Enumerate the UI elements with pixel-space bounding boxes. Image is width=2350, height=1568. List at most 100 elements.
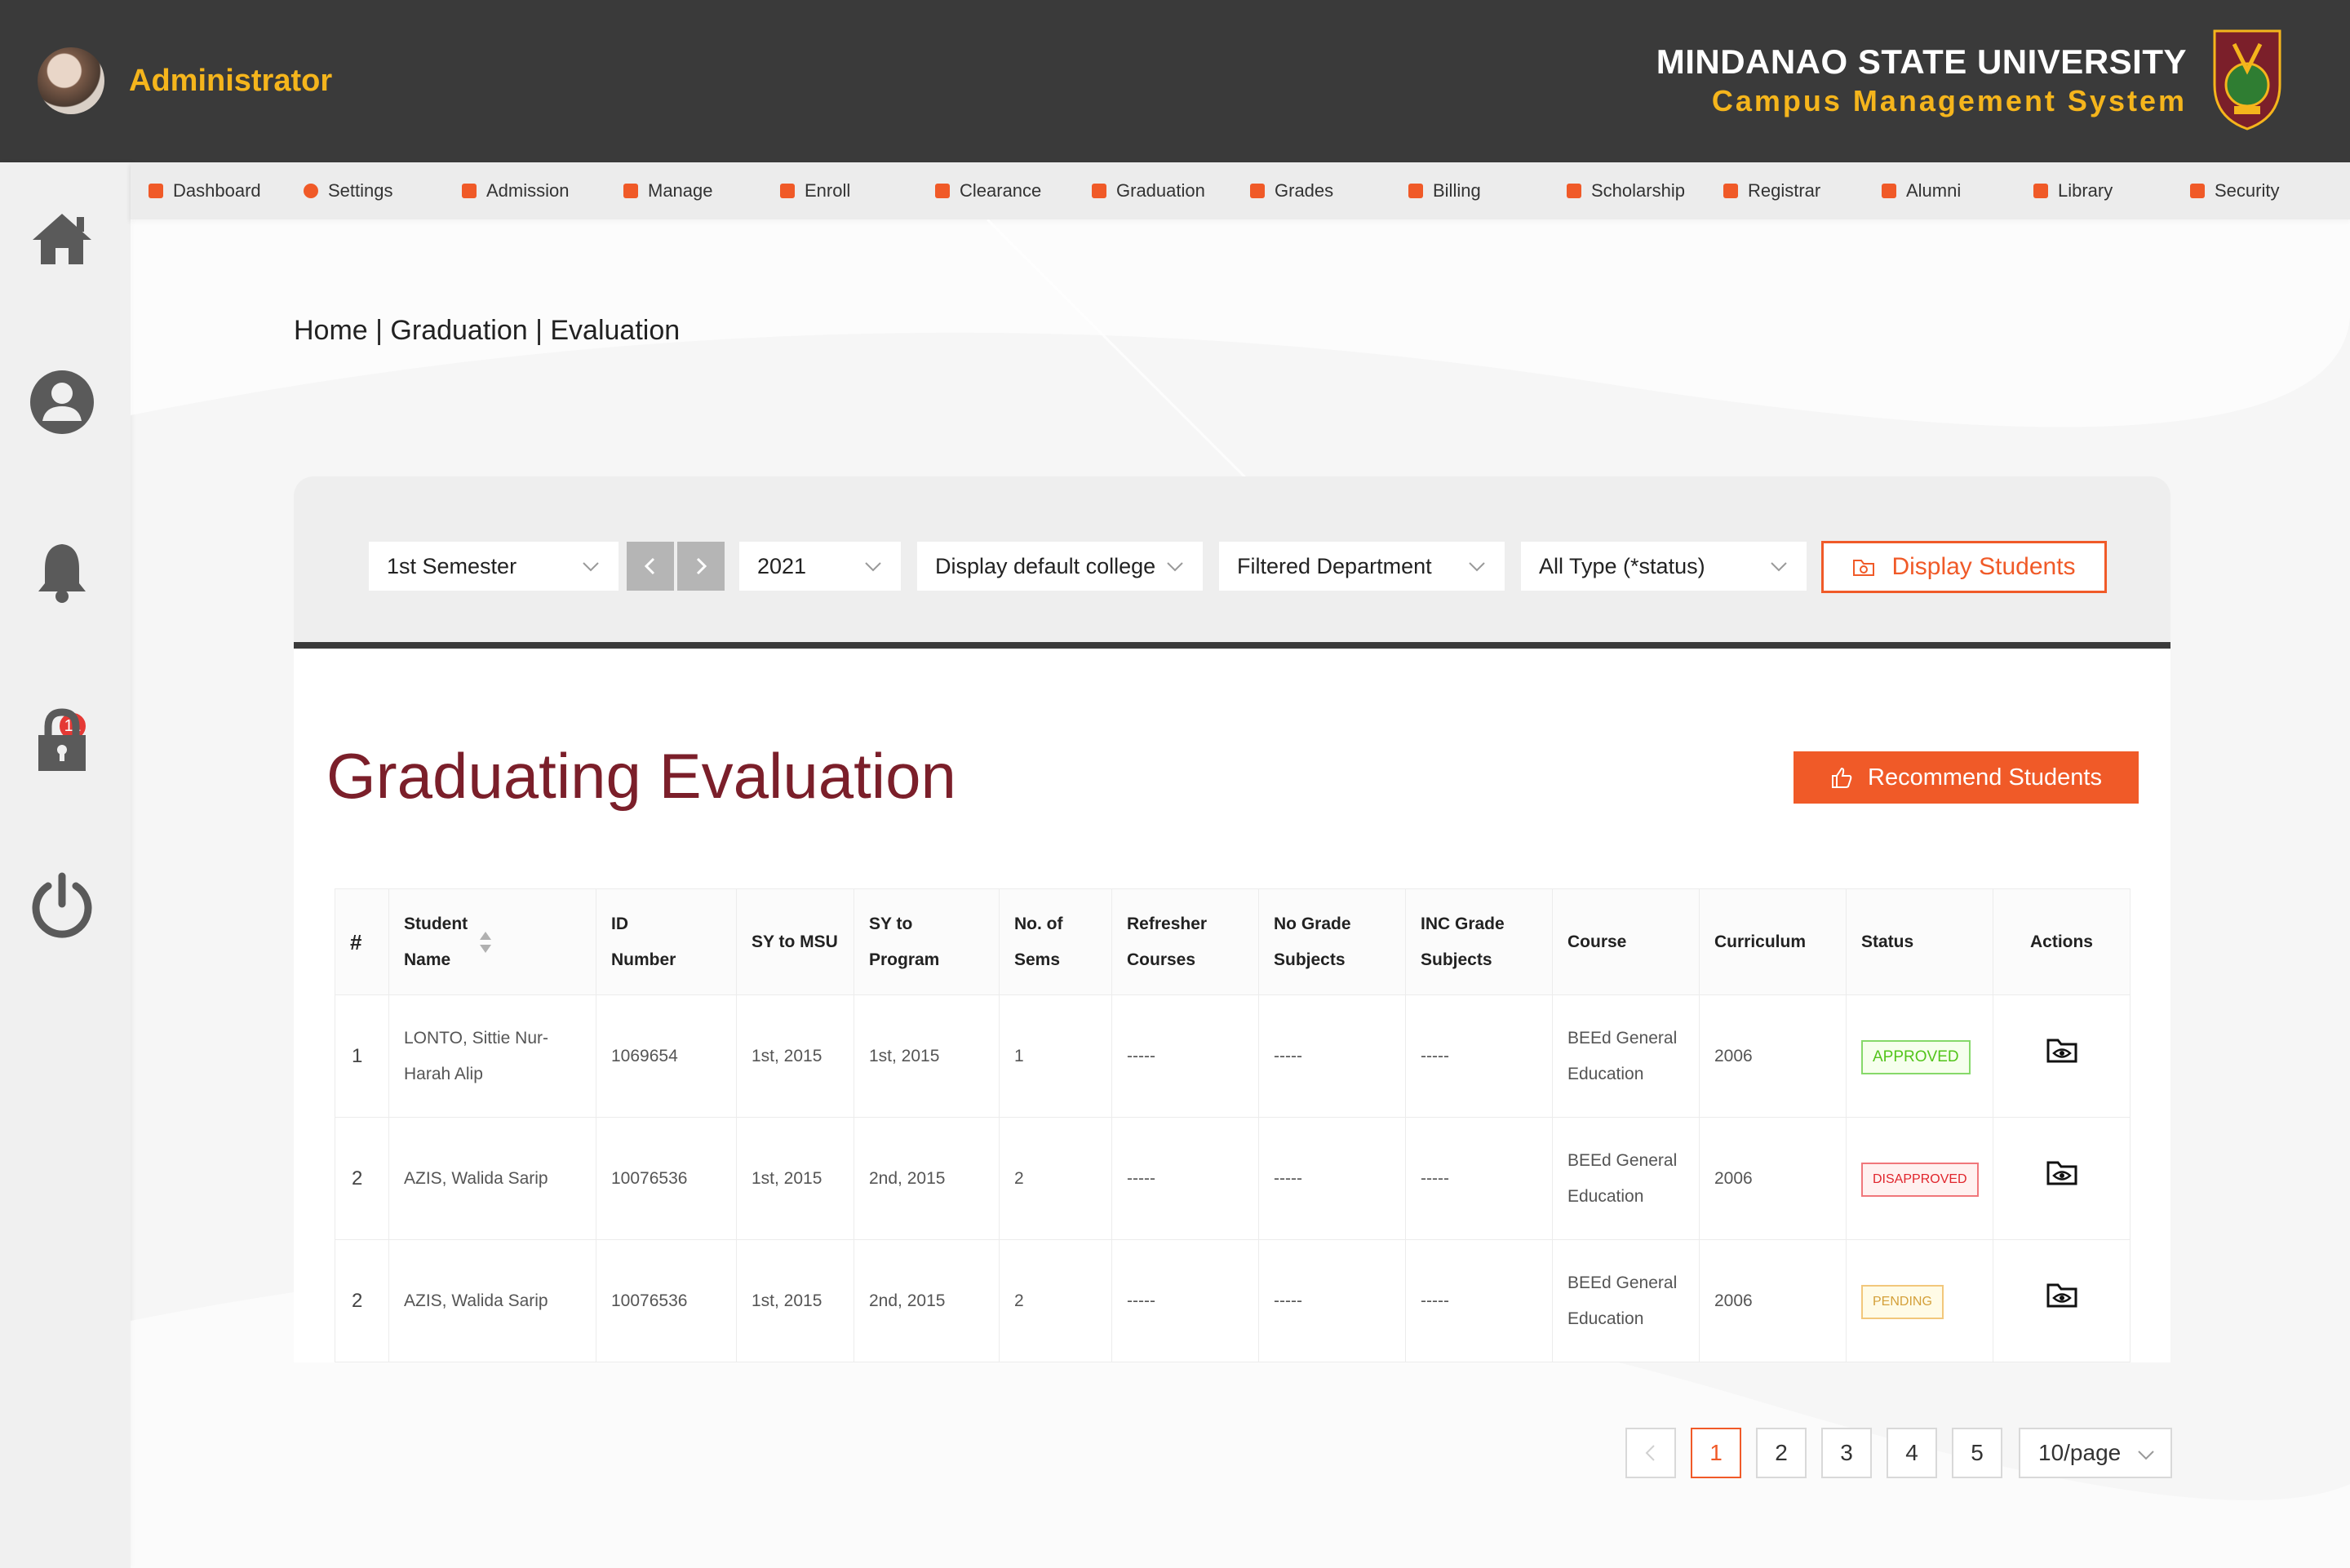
- evaluation-table: # Student Name ID Number SY to MSU SY to Pr…: [335, 888, 2131, 1362]
- nav-label: Scholarship: [1591, 180, 1685, 201]
- power-icon[interactable]: [28, 870, 96, 939]
- grades-icon: [1250, 184, 1265, 198]
- nav-label: Clearance: [960, 180, 1042, 201]
- nav-registrar[interactable]: Registrar: [1723, 162, 1820, 219]
- chevron-left-icon: [1645, 1445, 1655, 1461]
- refresher-cell: -----: [1111, 1117, 1259, 1240]
- sy-program-cell: 1st, 2015: [854, 994, 1000, 1118]
- semester-select[interactable]: 1st Semester: [369, 542, 619, 591]
- nav-label: Billing: [1433, 180, 1481, 201]
- course-cell: BEEd General Education: [1552, 1117, 1700, 1240]
- pagination-page-4[interactable]: 4: [1887, 1428, 1937, 1478]
- view-folder-icon[interactable]: [2046, 1282, 2077, 1308]
- table-header-row: # Student Name ID Number SY to MSU SY to Pr…: [335, 888, 2131, 995]
- nav-clearance[interactable]: Clearance: [935, 162, 1041, 219]
- nav-settings[interactable]: Settings: [304, 162, 393, 219]
- avatar[interactable]: [38, 47, 104, 114]
- sy-msu-cell: 1st, 2015: [736, 1239, 854, 1362]
- next-semester-button[interactable]: [677, 542, 725, 591]
- row-number: 1: [335, 994, 389, 1118]
- student-name-cell: LONTO, Sittie Nur- Harah Alip: [388, 994, 596, 1118]
- actions-cell: [1993, 1239, 2131, 1362]
- nav-label: Library: [2058, 180, 2113, 201]
- nav-label: Registrar: [1748, 180, 1821, 201]
- pagination-page-1[interactable]: 1: [1691, 1428, 1741, 1478]
- curriculum-cell: 2006: [1699, 1117, 1847, 1240]
- page-size-select[interactable]: 10/page: [2019, 1428, 2172, 1478]
- student-name-cell: AZIS, Walida Sarip: [388, 1117, 596, 1240]
- course-cell: BEEd General Education: [1552, 994, 1700, 1118]
- nav-enroll[interactable]: Enroll: [780, 162, 850, 219]
- sy-program-cell: 2nd, 2015: [854, 1117, 1000, 1240]
- inc-grade-cell: -----: [1405, 1117, 1553, 1240]
- chevron-down-icon: [1771, 562, 1787, 572]
- inc-grade-cell: -----: [1405, 994, 1553, 1118]
- previous-semester-button[interactable]: [627, 542, 674, 591]
- header-line: No. of: [1014, 914, 1063, 933]
- nav-grades[interactable]: Grades: [1250, 162, 1333, 219]
- lock-icon[interactable]: [28, 706, 96, 774]
- row-number: 2: [335, 1239, 389, 1362]
- nav-dashboard[interactable]: Dashboard: [149, 162, 261, 219]
- column-header-actions: Actions: [1993, 888, 2131, 995]
- cell-line: BEEd General: [1567, 1150, 1678, 1170]
- cell-line: BEEd General: [1567, 1028, 1678, 1048]
- sy-msu-cell: 1st, 2015: [736, 994, 854, 1118]
- enroll-icon: [780, 184, 795, 198]
- curriculum-cell: 2006: [1699, 1239, 1847, 1362]
- header-line: Subjects: [1421, 950, 1492, 969]
- inc-grade-cell: -----: [1405, 1239, 1553, 1362]
- nav-library[interactable]: Library: [2033, 162, 2113, 219]
- nav-label: Admission: [486, 180, 570, 201]
- refresher-cell: -----: [1111, 994, 1259, 1118]
- page-title: Graduating Evaluation: [326, 740, 956, 812]
- header-line: Refresher: [1127, 914, 1208, 933]
- nav-graduation[interactable]: Graduation: [1092, 162, 1205, 219]
- library-icon: [2033, 184, 2048, 198]
- table-row: 1 LONTO, Sittie Nur- Harah Alip 1069654 1…: [335, 994, 2131, 1118]
- bell-icon[interactable]: [28, 538, 96, 606]
- view-folder-icon[interactable]: [2046, 1159, 2077, 1185]
- view-folder-icon[interactable]: [2046, 1037, 2077, 1063]
- curriculum-cell: 2006: [1699, 994, 1847, 1118]
- chevron-down-icon: [2138, 1451, 2154, 1460]
- department-select[interactable]: Filtered Department: [1219, 542, 1505, 591]
- recommend-students-button[interactable]: Recommend Students: [1794, 751, 2139, 804]
- column-header-student-name[interactable]: Student Name: [388, 888, 596, 995]
- actions-cell: [1993, 994, 2131, 1118]
- no-grade-cell: -----: [1258, 1239, 1406, 1362]
- home-icon[interactable]: [28, 205, 96, 273]
- id-card-icon: [462, 184, 477, 198]
- sort-icon[interactable]: [477, 928, 494, 956]
- year-select[interactable]: 2021: [739, 542, 901, 591]
- display-students-button[interactable]: Display Students: [1821, 541, 2107, 593]
- college-select[interactable]: Display default college: [917, 542, 1203, 591]
- header-line: Number: [611, 950, 676, 969]
- id-number-cell: 1069654: [596, 994, 737, 1118]
- university-seal-logo: [2213, 29, 2281, 131]
- cell-line: BEEd General: [1567, 1273, 1678, 1292]
- nav-manage[interactable]: Manage: [623, 162, 713, 219]
- chevron-left-icon: [644, 557, 655, 575]
- recommend-students-label: Recommend Students: [1868, 764, 2102, 791]
- pagination-prev-button[interactable]: [1625, 1428, 1676, 1478]
- column-header-course: Course: [1552, 888, 1700, 995]
- pagination-page-3[interactable]: 3: [1821, 1428, 1872, 1478]
- nav-scholarship[interactable]: Scholarship: [1567, 162, 1685, 219]
- pagination-page-5[interactable]: 5: [1952, 1428, 2002, 1478]
- status-type-value: All Type (*status): [1539, 553, 1705, 578]
- nav-label: Security: [2215, 180, 2280, 201]
- security-icon: [2190, 184, 2205, 198]
- nav-billing[interactable]: Billing: [1408, 162, 1481, 219]
- sy-program-cell: 2nd, 2015: [854, 1239, 1000, 1362]
- table-row: 2 AZIS, Walida Sarip 10076536 1st, 2015 …: [335, 1239, 2131, 1362]
- nav-security[interactable]: Security: [2190, 162, 2279, 219]
- cell-line: LONTO, Sittie Nur-: [404, 1028, 548, 1048]
- status-type-select[interactable]: All Type (*status): [1521, 542, 1807, 591]
- nav-alumni[interactable]: Alumni: [1882, 162, 1961, 219]
- nav-admission[interactable]: Admission: [462, 162, 569, 219]
- user-icon[interactable]: [28, 368, 96, 436]
- status-badge: APPROVED: [1861, 1039, 1971, 1074]
- pagination-page-2[interactable]: 2: [1756, 1428, 1807, 1478]
- column-header-num: #: [335, 888, 389, 995]
